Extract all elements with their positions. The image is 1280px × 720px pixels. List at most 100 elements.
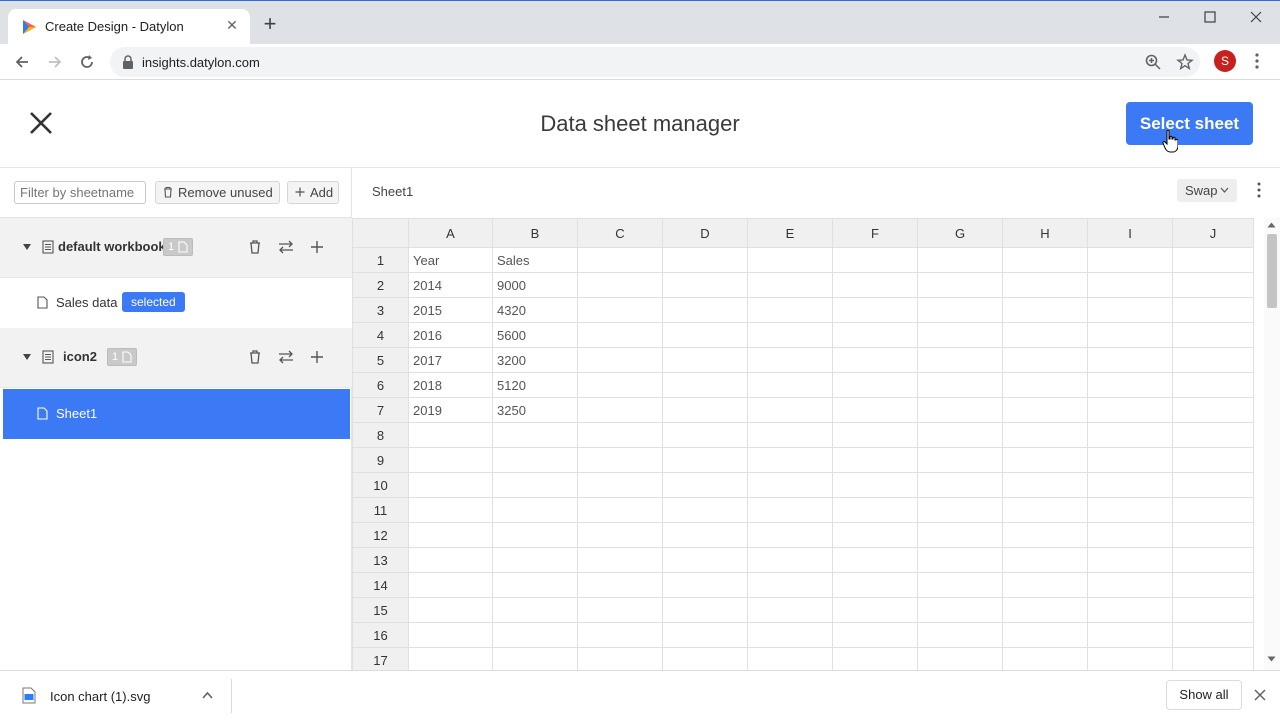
grid-cell[interactable] bbox=[1087, 447, 1173, 473]
grid-cell[interactable] bbox=[1172, 397, 1254, 423]
maximize-icon[interactable] bbox=[1200, 7, 1220, 27]
grid-cell[interactable] bbox=[917, 372, 1003, 398]
grid-cell[interactable] bbox=[747, 597, 833, 623]
grid-cell[interactable] bbox=[1087, 497, 1173, 523]
grid-cell[interactable] bbox=[832, 297, 918, 323]
grid-cell[interactable] bbox=[832, 447, 918, 473]
grid-cell[interactable] bbox=[917, 397, 1003, 423]
row-header[interactable]: 16 bbox=[352, 622, 409, 648]
grid-cell[interactable] bbox=[917, 547, 1003, 573]
grid-cell[interactable] bbox=[917, 497, 1003, 523]
grid-cell[interactable] bbox=[577, 522, 663, 548]
filter-input[interactable] bbox=[14, 181, 146, 204]
grid-cell[interactable] bbox=[1087, 472, 1173, 498]
grid-cell[interactable] bbox=[408, 522, 493, 548]
grid-cell[interactable] bbox=[1172, 347, 1254, 373]
grid-cell[interactable] bbox=[747, 522, 833, 548]
grid-cell[interactable] bbox=[747, 397, 833, 423]
show-all-button[interactable]: Show all bbox=[1166, 680, 1242, 710]
grid-cell[interactable] bbox=[577, 347, 663, 373]
grid-cell[interactable] bbox=[1087, 647, 1173, 670]
column-header[interactable]: E bbox=[747, 218, 833, 248]
grid-cell[interactable] bbox=[1172, 572, 1254, 598]
grid-cell[interactable] bbox=[917, 472, 1003, 498]
data-table[interactable]: ABCDEFGHIJ 1 Year Sales 2 2014 9000 3 2015 4320 4… bbox=[352, 218, 1254, 670]
grid-cell[interactable] bbox=[662, 522, 748, 548]
grid-cell[interactable] bbox=[662, 447, 748, 473]
workbook-row-icon2[interactable]: icon2 1 bbox=[0, 328, 352, 388]
delete-workbook-icon[interactable] bbox=[246, 348, 264, 366]
grid-cell[interactable] bbox=[1087, 597, 1173, 623]
grid-cell[interactable] bbox=[408, 497, 493, 523]
column-header[interactable]: A bbox=[408, 218, 493, 248]
grid-cell[interactable] bbox=[577, 372, 663, 398]
grid-cell[interactable] bbox=[1002, 397, 1088, 423]
grid-cell[interactable]: 2017 bbox=[408, 347, 493, 373]
grid-cell[interactable] bbox=[1172, 522, 1254, 548]
grid-cell[interactable] bbox=[747, 272, 833, 298]
window-close-icon[interactable] bbox=[1246, 7, 1266, 27]
grid-cell[interactable] bbox=[1087, 522, 1173, 548]
reload-icon[interactable] bbox=[76, 51, 98, 73]
grid-cell[interactable] bbox=[832, 422, 918, 448]
grid-cell[interactable] bbox=[577, 547, 663, 573]
grid-cell[interactable]: 2016 bbox=[408, 322, 493, 348]
spreadsheet-grid[interactable]: ABCDEFGHIJ 1 Year Sales 2 2014 9000 3 2015 4320 4… bbox=[352, 218, 1268, 670]
grid-cell[interactable] bbox=[747, 622, 833, 648]
grid-cell[interactable] bbox=[917, 272, 1003, 298]
grid-cell[interactable] bbox=[1087, 347, 1173, 373]
grid-cell[interactable] bbox=[832, 347, 918, 373]
row-header[interactable]: 14 bbox=[352, 572, 409, 598]
grid-cell[interactable]: 5120 bbox=[492, 372, 578, 398]
select-sheet-button[interactable]: Select sheet bbox=[1126, 102, 1253, 145]
grid-cell[interactable] bbox=[832, 547, 918, 573]
grid-cell[interactable] bbox=[408, 547, 493, 573]
grid-cell[interactable] bbox=[1087, 372, 1173, 398]
grid-cell[interactable] bbox=[662, 247, 748, 273]
grid-cell[interactable] bbox=[832, 497, 918, 523]
grid-cell[interactable] bbox=[747, 347, 833, 373]
current-sheet-name[interactable]: Sheet1 bbox=[372, 184, 413, 199]
scroll-up-icon[interactable] bbox=[1267, 222, 1276, 228]
grid-cell[interactable]: 2018 bbox=[408, 372, 493, 398]
column-header[interactable]: F bbox=[832, 218, 918, 248]
grid-cell[interactable] bbox=[492, 622, 578, 648]
grid-cell[interactable] bbox=[747, 447, 833, 473]
grid-cell[interactable] bbox=[1087, 547, 1173, 573]
download-file-name[interactable]: Icon chart (1).svg bbox=[50, 689, 150, 704]
grid-cell[interactable] bbox=[492, 422, 578, 448]
grid-cell[interactable] bbox=[1087, 422, 1173, 448]
grid-cell[interactable] bbox=[1002, 522, 1088, 548]
grid-cell[interactable] bbox=[577, 472, 663, 498]
grid-cell[interactable]: 4320 bbox=[492, 297, 578, 323]
grid-cell[interactable]: 2014 bbox=[408, 272, 493, 298]
caret-down-icon[interactable] bbox=[22, 352, 32, 362]
browser-menu-icon[interactable] bbox=[1250, 50, 1264, 72]
grid-cell[interactable] bbox=[917, 522, 1003, 548]
grid-cell[interactable] bbox=[577, 272, 663, 298]
delete-workbook-icon[interactable] bbox=[246, 238, 264, 256]
grid-cell[interactable] bbox=[832, 572, 918, 598]
grid-cell[interactable] bbox=[577, 422, 663, 448]
grid-cell[interactable] bbox=[917, 322, 1003, 348]
grid-cell[interactable] bbox=[1002, 272, 1088, 298]
grid-cell[interactable] bbox=[1172, 422, 1254, 448]
row-header[interactable]: 5 bbox=[352, 347, 409, 373]
grid-cell[interactable]: 3250 bbox=[492, 397, 578, 423]
grid-cell[interactable] bbox=[832, 322, 918, 348]
grid-cell[interactable]: 2019 bbox=[408, 397, 493, 423]
grid-cell[interactable] bbox=[1002, 347, 1088, 373]
swap-icon[interactable] bbox=[277, 238, 295, 256]
grid-cell[interactable] bbox=[408, 597, 493, 623]
grid-cell[interactable] bbox=[577, 622, 663, 648]
add-sheet-icon[interactable] bbox=[308, 238, 326, 256]
row-header[interactable]: 1 bbox=[352, 247, 409, 273]
grid-cell[interactable] bbox=[1002, 422, 1088, 448]
grid-cell[interactable]: Year bbox=[408, 247, 493, 273]
grid-cell[interactable]: 3200 bbox=[492, 347, 578, 373]
grid-cell[interactable] bbox=[917, 247, 1003, 273]
grid-cell[interactable] bbox=[1087, 572, 1173, 598]
grid-cell[interactable] bbox=[1087, 397, 1173, 423]
column-header[interactable]: C bbox=[577, 218, 663, 248]
column-header[interactable]: I bbox=[1087, 218, 1173, 248]
